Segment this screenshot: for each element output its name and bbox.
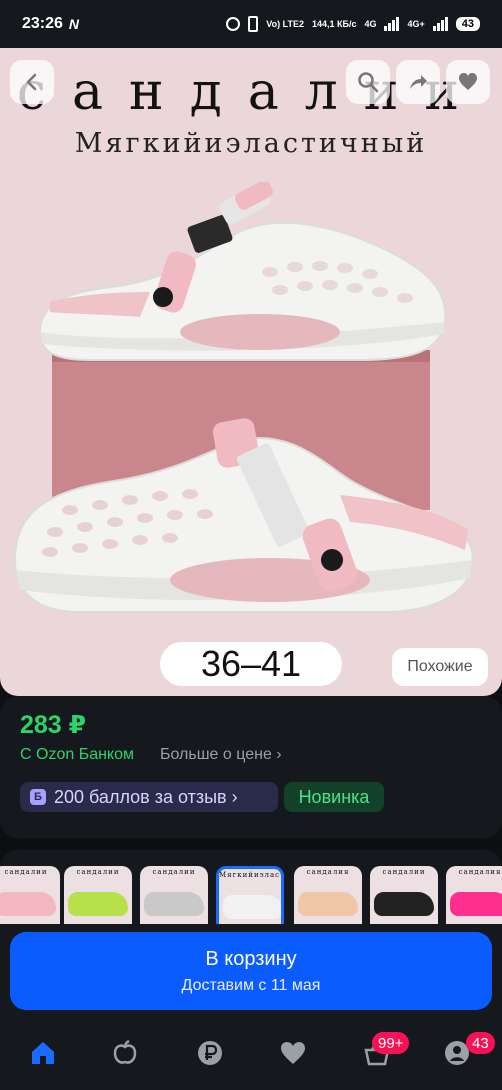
thumbnail-shoe bbox=[223, 895, 281, 919]
heart-icon bbox=[459, 73, 477, 90]
signal-icon-2 bbox=[432, 17, 448, 31]
thumbnail-title: сандалия bbox=[306, 868, 350, 876]
shoe-bottom-illustration bbox=[13, 418, 474, 613]
share-button[interactable] bbox=[396, 60, 440, 104]
profile-count-badge: 43 bbox=[466, 1032, 495, 1054]
product-price: 283 ₽ bbox=[20, 711, 87, 739]
thumbnail-shoe bbox=[144, 892, 204, 916]
delivery-date-label: Доставим с 11 мая bbox=[181, 976, 321, 994]
cart-area: В корзину Доставим с 11 мая bbox=[0, 924, 502, 1020]
points-b-icon: Б bbox=[30, 789, 46, 805]
thumbnail-title: сандалия bbox=[458, 868, 502, 876]
product-info-panel: 283 ₽ С Ozon Банком Больше о цене › Б 20… bbox=[0, 696, 502, 838]
status-time: 23:26 bbox=[22, 15, 63, 32]
add-to-cart-button[interactable]: В корзину Доставим с 11 мая bbox=[10, 932, 492, 1010]
vibrate-icon bbox=[248, 16, 259, 32]
shoe-top-illustration bbox=[38, 182, 447, 361]
new-badge: Новинка bbox=[284, 782, 384, 812]
alarm-icon bbox=[226, 17, 241, 31]
notification-n-icon: N bbox=[68, 16, 80, 32]
signal-icon bbox=[384, 17, 400, 31]
thumbnail-shoe bbox=[68, 892, 128, 916]
add-to-cart-label: В корзину bbox=[205, 947, 297, 970]
network-type-2: 4G+ bbox=[407, 18, 425, 29]
thumbnail-shoe bbox=[298, 892, 358, 916]
apple-icon bbox=[113, 1039, 137, 1064]
thumbnail-shoe bbox=[0, 892, 56, 916]
thumbnail-title: сандалии bbox=[152, 868, 196, 876]
image-subtitle-text: Мягкийиэластичный bbox=[74, 128, 428, 159]
share-icon bbox=[410, 75, 427, 89]
size-range-badge: 36–41 bbox=[160, 642, 342, 686]
nav-fresh[interactable] bbox=[110, 1038, 140, 1068]
nav-finance[interactable] bbox=[195, 1038, 225, 1068]
heart-icon bbox=[281, 1042, 305, 1064]
thumbnail-title: сандалии bbox=[382, 868, 426, 876]
home-icon bbox=[32, 1042, 54, 1064]
nav-favorites[interactable] bbox=[278, 1038, 308, 1068]
ozon-bank-price-label: С Ozon Банком bbox=[20, 746, 134, 763]
network-type-1: 4G bbox=[364, 18, 377, 29]
ruble-icon bbox=[198, 1041, 222, 1065]
status-right: Vo) LTE2 144,1 КБ/с 4G 4G+ 43 bbox=[226, 16, 480, 32]
back-chevron-icon bbox=[26, 73, 37, 91]
search-icon bbox=[358, 72, 379, 93]
thumbnail-title: сандалии bbox=[76, 868, 120, 876]
thumbnail-title: Мягкийиэластичный bbox=[219, 871, 284, 879]
status-bar: 23:26 N Vo) LTE2 144,1 КБ/с 4G 4G+ 43 bbox=[0, 0, 502, 48]
cart-count-badge: 99+ bbox=[372, 1032, 410, 1054]
nav-home[interactable] bbox=[28, 1038, 58, 1068]
thumbnail-shoe bbox=[450, 892, 502, 916]
bottom-navigation: 99+ 43 bbox=[0, 1020, 502, 1090]
favorite-button[interactable] bbox=[446, 60, 490, 104]
review-points-chip[interactable]: Б 200 баллов за отзыв › bbox=[20, 782, 278, 812]
back-button[interactable] bbox=[10, 60, 54, 104]
thumbnail-shoe bbox=[374, 892, 434, 916]
volte-indicator: Vo) LTE2 bbox=[266, 18, 304, 29]
battery-icon: 43 bbox=[455, 17, 480, 31]
thumbnail-title: сандалии bbox=[4, 868, 48, 876]
review-points-label: 200 баллов за отзыв › bbox=[54, 786, 238, 807]
network-speed: 144,1 КБ/с bbox=[311, 18, 357, 29]
more-about-price-link[interactable]: Больше о цене › bbox=[160, 746, 282, 764]
search-button[interactable] bbox=[346, 60, 390, 104]
product-image[interactable]: сандалии Мягкийиэластичный 36–41 Похожие bbox=[0, 48, 502, 696]
similar-button[interactable]: Похожие bbox=[392, 648, 488, 686]
